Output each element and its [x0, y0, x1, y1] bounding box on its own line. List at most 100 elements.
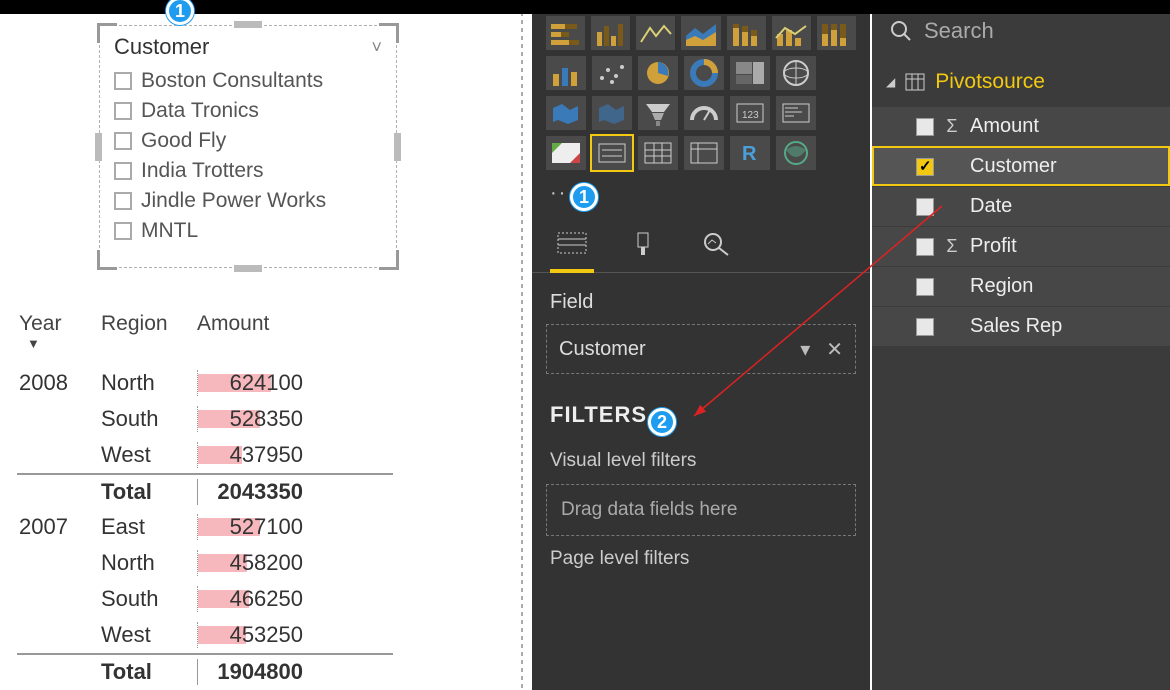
slicer-item[interactable]: Jindle Power Works — [114, 186, 382, 216]
viz-shape-map-icon[interactable] — [592, 96, 632, 130]
field-well-value: Customer — [559, 338, 646, 361]
checkbox[interactable] — [114, 102, 132, 120]
table-total-row[interactable]: Total 1904800 — [17, 653, 393, 689]
viz-combo-icon[interactable] — [772, 16, 811, 50]
annotation-badge-1a: 1 — [166, 0, 194, 25]
table-row[interactable]: South 466250 — [17, 581, 393, 617]
table-row[interactable]: South 528350 — [17, 401, 393, 437]
viz-r-icon[interactable]: R — [730, 136, 770, 170]
slicer-item[interactable]: Data Tronics — [114, 96, 382, 126]
cell-region: Total — [101, 479, 197, 505]
resize-handle-tl[interactable] — [97, 23, 117, 43]
table-header: Year▼ Region Amount — [17, 312, 393, 351]
matrix-visual[interactable]: Year▼ Region Amount 2008 North 624100 So… — [17, 312, 393, 689]
annotation-badge-2: 2 — [648, 408, 676, 436]
cell-amount: 2043350 — [197, 479, 309, 505]
resize-handle-bl[interactable] — [97, 250, 117, 270]
viz-table-icon[interactable] — [638, 136, 678, 170]
checkbox[interactable] — [114, 222, 132, 240]
field-checkbox[interactable] — [916, 118, 934, 136]
search-icon — [890, 20, 912, 42]
field-name: Customer — [970, 155, 1057, 178]
viz-multirow-card-icon[interactable] — [546, 136, 586, 170]
viz-stacked-column-icon[interactable] — [727, 16, 766, 50]
viz-area-icon[interactable] — [681, 16, 720, 50]
fields-tab[interactable] — [550, 219, 594, 272]
checkbox[interactable] — [114, 162, 132, 180]
table-row[interactable]: North 458200 — [17, 545, 393, 581]
slicer-item-label: India Trotters — [141, 159, 264, 183]
cell-amount: 437950 — [197, 442, 309, 468]
slicer-item[interactable]: Boston Consultants — [114, 66, 382, 96]
cell-amount: 527100 — [197, 514, 309, 540]
field-name: Amount — [970, 115, 1039, 138]
panel-divider[interactable] — [518, 14, 526, 690]
viz-funnel-icon[interactable] — [638, 96, 678, 130]
viz-pie-icon[interactable] — [638, 56, 678, 90]
sigma-icon: Σ — [944, 116, 960, 137]
column-amount[interactable]: Amount — [197, 312, 269, 335]
viz-map-icon[interactable] — [776, 56, 816, 90]
viz-filled-map-icon[interactable] — [546, 96, 586, 130]
viz-stacked-bar-icon[interactable] — [546, 16, 585, 50]
cell-amount: 458200 — [197, 550, 309, 576]
table-body: 2008 North 624100 South 528350 West 4379… — [17, 365, 393, 689]
field-amount[interactable]: Σ Amount — [872, 106, 1170, 146]
column-region[interactable]: Region — [101, 312, 168, 335]
viz-treemap-icon[interactable] — [730, 56, 770, 90]
viz-scatter-icon[interactable] — [592, 56, 632, 90]
slicer-visual[interactable]: Customer ˅ Boston Consultants Data Troni… — [99, 25, 397, 268]
table-row[interactable]: West 437950 — [17, 437, 393, 473]
field-name: Date — [970, 195, 1012, 218]
annotation-badge-1b: 1 — [570, 183, 598, 211]
visual-level-filters-label: Visual level filters — [532, 436, 870, 478]
table-row[interactable]: 2008 North 624100 — [17, 365, 393, 401]
viz-matrix-icon[interactable] — [684, 136, 724, 170]
expand-icon[interactable]: ◢ — [886, 75, 895, 89]
resize-handle-br[interactable] — [379, 250, 399, 270]
field-name: Profit — [970, 235, 1017, 258]
visual-filters-dropzone[interactable]: Drag data fields here — [546, 484, 856, 536]
viz-kpi-icon[interactable] — [776, 96, 816, 130]
annotation-arrow — [680, 200, 960, 430]
checkbox[interactable] — [114, 72, 132, 90]
table-row[interactable]: West 453250 — [17, 617, 393, 653]
fields-search[interactable]: Search — [872, 14, 1170, 58]
table-pivotsource[interactable]: ◢ Pivotsource — [872, 58, 1170, 106]
resize-handle-right[interactable] — [394, 133, 401, 161]
checkbox[interactable] — [114, 132, 132, 150]
table-row[interactable]: 2007 East 527100 — [17, 509, 393, 545]
search-placeholder: Search — [924, 18, 994, 44]
column-year[interactable]: Year — [19, 312, 61, 335]
cell-year: 2007 — [17, 514, 101, 540]
slicer-item[interactable]: India Trotters — [114, 156, 382, 186]
viz-donut-icon[interactable] — [684, 56, 724, 90]
sort-desc-icon[interactable]: ▼ — [19, 336, 101, 351]
page-level-filters-label: Page level filters — [532, 546, 870, 576]
viz-gauge-icon[interactable] — [684, 96, 724, 130]
slicer-item[interactable]: Good Fly — [114, 126, 382, 156]
viz-clustered-column-icon[interactable] — [591, 16, 630, 50]
checkbox[interactable] — [114, 192, 132, 210]
viz-line-icon[interactable] — [636, 16, 675, 50]
format-tab[interactable] — [622, 219, 666, 272]
field-customer[interactable]: Customer — [872, 146, 1170, 186]
table-name: Pivotsource — [935, 70, 1045, 94]
cell-amount: 528350 — [197, 406, 309, 432]
resize-handle-top[interactable] — [234, 21, 262, 28]
viz-100stacked-icon[interactable] — [817, 16, 856, 50]
resize-handle-bottom[interactable] — [234, 265, 262, 272]
field-checkbox[interactable] — [916, 158, 934, 176]
slicer-title: Customer — [114, 34, 209, 60]
table-total-row[interactable]: Total 2043350 — [17, 473, 393, 509]
viz-arcgis-icon[interactable] — [776, 136, 816, 170]
table-icon — [905, 73, 925, 91]
viz-card-icon[interactable]: 123 — [730, 96, 770, 130]
viz-slicer-icon[interactable] — [592, 136, 632, 170]
viz-ribbon-icon[interactable] — [546, 56, 586, 90]
resize-handle-tr[interactable] — [379, 23, 399, 43]
slicer-item[interactable]: MNTL — [114, 216, 382, 246]
field-name: Sales Rep — [970, 315, 1062, 338]
resize-handle-left[interactable] — [95, 133, 102, 161]
cell-year: 2008 — [17, 370, 101, 396]
